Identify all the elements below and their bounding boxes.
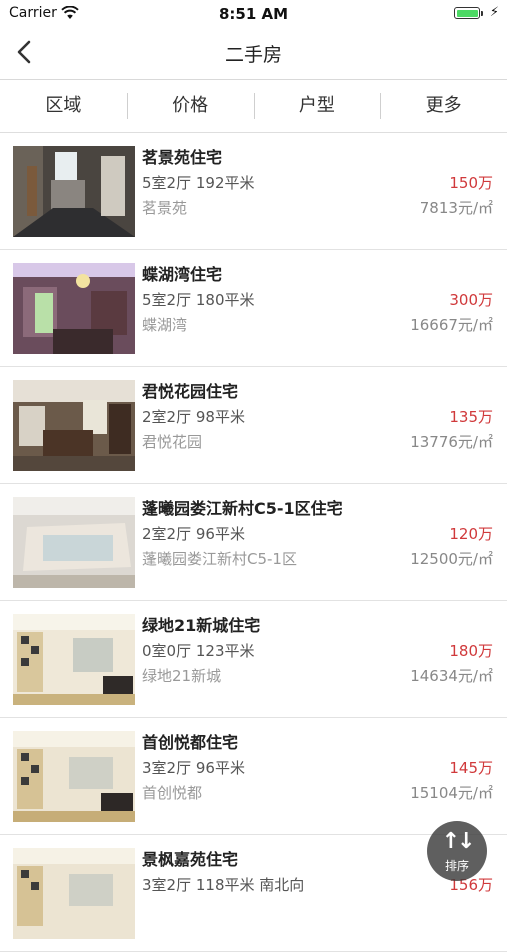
listing-price: 135万 (449, 408, 493, 426)
listing-community: 茗景苑 (142, 199, 188, 217)
listing-row[interactable]: 首创悦都住宅 3室2厅 96平米 首创悦都 145万 15104元/㎡ (0, 718, 507, 835)
listing-price: 180万 (449, 642, 493, 660)
listing-community: 蝶湖湾 (142, 316, 188, 334)
filter-area[interactable]: 区域 (0, 80, 127, 132)
filter-bar: 区域 价格 户型 更多 (0, 80, 507, 133)
listing-community: 首创悦都 (142, 784, 203, 802)
listing-spec: 2室2厅 98平米 (142, 408, 245, 426)
listing-unit-price: 7813元/㎡ (419, 199, 493, 217)
listing-photo (13, 614, 135, 705)
listing-price: 300万 (449, 291, 493, 309)
listing-photo (13, 380, 135, 471)
listing-name: 蝶湖湾住宅 (142, 265, 223, 284)
listing-community: 蓬曦园娄江新村C5-1区 (142, 550, 297, 568)
filter-layout[interactable]: 户型 (253, 80, 381, 132)
navigation-bar: 二手房 (0, 26, 507, 80)
status-time: 8:51 AM (218, 5, 289, 23)
listing-photo (13, 497, 135, 588)
status-bar: Carrier 8:51 AM ⚡ (0, 0, 507, 26)
listing-spec: 5室2厅 192平米 (142, 174, 255, 192)
listing-name: 蓬曦园娄江新村C5-1区住宅 (142, 499, 343, 518)
listing-row[interactable]: 茗景苑住宅 5室2厅 192平米 茗景苑 150万 7813元/㎡ (0, 133, 507, 250)
listing-spec: 5室2厅 180平米 (142, 291, 255, 309)
listing-spec: 0室0厅 123平米 (142, 642, 255, 660)
listing-spec: 2室2厅 96平米 (142, 525, 245, 543)
listing-name: 君悦花园住宅 (142, 382, 239, 401)
filter-price[interactable]: 价格 (126, 80, 254, 132)
charging-icon: ⚡ (489, 5, 499, 20)
sort-arrows-icon: ↑↓ (441, 829, 476, 854)
listing-name: 绿地21新城住宅 (142, 616, 261, 635)
listing-unit-price: 12500元/㎡ (410, 550, 493, 568)
listing-name: 首创悦都住宅 (142, 733, 239, 752)
listing-photo (13, 731, 135, 822)
listing-name: 茗景苑住宅 (142, 148, 223, 167)
listing-unit-price: 14634元/㎡ (410, 667, 493, 685)
listing-price: 120万 (449, 525, 493, 543)
listing-unit-price: 13776元/㎡ (410, 433, 493, 451)
sort-label: 排序 (444, 859, 469, 873)
listing-spec: 3室2厅 96平米 (142, 759, 245, 777)
battery-tip (481, 11, 483, 16)
listing-photo (13, 146, 135, 237)
filter-more[interactable]: 更多 (380, 80, 507, 132)
listing-community: 君悦花园 (142, 433, 203, 451)
listing-community: 绿地21新城 (142, 667, 222, 685)
sort-button[interactable]: ↑↓ 排序 (427, 821, 487, 881)
listing-unit-price: 15104元/㎡ (410, 784, 493, 802)
listing-unit-price: 16667元/㎡ (410, 316, 493, 334)
listing-row[interactable]: 绿地21新城住宅 0室0厅 123平米 绿地21新城 180万 14634元/㎡ (0, 601, 507, 718)
listing-price: 150万 (449, 174, 493, 192)
listing-photo (13, 848, 135, 939)
listing-row[interactable]: 君悦花园住宅 2室2厅 98平米 君悦花园 135万 13776元/㎡ (0, 367, 507, 484)
listing-spec: 3室2厅 118平米 南北向 (142, 876, 305, 894)
listing-row[interactable]: 蝶湖湾住宅 5室2厅 180平米 蝶湖湾 300万 16667元/㎡ (0, 250, 507, 367)
listing-price: 145万 (449, 759, 493, 777)
listing-name: 景枫嘉苑住宅 (142, 850, 239, 869)
listing-row[interactable]: 蓬曦园娄江新村C5-1区住宅 2室2厅 96平米 蓬曦园娄江新村C5-1区 12… (0, 484, 507, 601)
battery-icon (454, 7, 480, 19)
listing-photo (13, 263, 135, 354)
page-title: 二手房 (224, 44, 282, 66)
